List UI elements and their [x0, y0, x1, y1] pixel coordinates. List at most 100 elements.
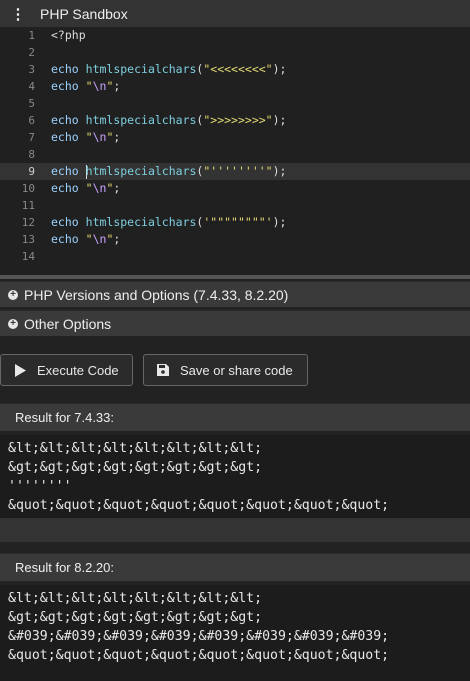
editor-resize-handle[interactable] — [0, 275, 470, 279]
result-title: Result for 8.2.20: — [15, 560, 114, 575]
code-token: ; — [113, 130, 121, 144]
code-token: echo — [51, 79, 79, 93]
execute-code-label: Execute Code — [37, 362, 119, 378]
code-text: echo htmlspecialchars('""""""""'); — [51, 214, 286, 231]
line-number: 7 — [28, 131, 35, 144]
code-text: echo htmlspecialchars(">>>>>>>>"); — [51, 112, 286, 129]
code-line[interactable]: 5 — [0, 95, 470, 112]
code-token: ); — [272, 113, 287, 127]
plus-circle-icon: + — [8, 289, 18, 300]
code-line[interactable]: 6 echo htmlspecialchars(">>>>>>>>"); — [0, 112, 470, 129]
code-line[interactable]: 3 echo htmlspecialchars("<<<<<<<<"); — [0, 61, 470, 78]
code-token: \n — [92, 232, 107, 246]
result-line: &quot;&quot;&quot;&quot;&quot;&quot;&quo… — [8, 648, 390, 663]
code-line[interactable]: 1 <?php — [0, 27, 470, 44]
result-output: &lt;&lt;&lt;&lt;&lt;&lt;&lt;&lt; &gt;&gt… — [0, 585, 470, 681]
menu-dots-icon[interactable]: ⋮ — [0, 0, 36, 27]
code-token: echo — [51, 62, 79, 76]
line-number: 4 — [28, 80, 35, 93]
line-number: 14 — [21, 250, 35, 263]
code-token: echo — [51, 113, 79, 127]
code-token: '""""""""' — [203, 215, 273, 229]
code-token: " — [85, 232, 93, 246]
code-token: "''''''''" — [203, 164, 273, 178]
code-token: ); — [272, 215, 287, 229]
code-editor[interactable]: 1 <?php 2 3 echo htmlspecialchars("<<<<<<<<"… — [0, 27, 470, 275]
php-versions-toggle[interactable]: + PHP Versions and Options (7.4.33, 8.2.… — [0, 281, 470, 307]
code-text: echo htmlspecialchars("<<<<<<<<"); — [51, 61, 286, 78]
code-text: echo "\n"; — [51, 231, 120, 248]
line-number: 12 — [21, 216, 35, 229]
code-token: echo — [51, 130, 79, 144]
plus-circle-icon: + — [8, 318, 18, 329]
save-share-button[interactable]: Save or share code — [143, 354, 308, 386]
floppy-disk-icon — [156, 364, 170, 376]
code-token: htmlspecialchars — [85, 113, 197, 127]
code-token: htmlspecialchars — [85, 62, 197, 76]
code-line[interactable]: 9 echo htmlspecialchars("''''''''"); — [0, 163, 470, 180]
code-line[interactable]: 14 — [0, 248, 470, 265]
code-token: ">>>>>>>>" — [203, 113, 273, 127]
result-line: &quot;&quot;&quot;&quot;&quot;&quot;&quo… — [8, 498, 390, 513]
code-token: echo — [51, 164, 79, 178]
play-icon — [13, 363, 27, 377]
result-header: Result for 7.4.33: — [0, 403, 470, 431]
code-token: ); — [272, 164, 287, 178]
line-number: 9 — [28, 165, 35, 178]
other-options-label: Other Options — [24, 315, 112, 332]
line-number: 13 — [21, 233, 35, 246]
code-line[interactable]: 11 — [0, 197, 470, 214]
line-number: 8 — [28, 148, 35, 161]
code-token: htmlspecialchars — [85, 164, 197, 178]
code-token: ; — [113, 181, 121, 195]
other-options-toggle[interactable]: + Other Options — [0, 310, 470, 336]
code-token: ; — [113, 232, 121, 246]
line-number: 10 — [21, 182, 35, 195]
code-line[interactable]: 2 — [0, 44, 470, 61]
code-line[interactable]: 13 echo "\n"; — [0, 231, 470, 248]
result-footer — [0, 518, 470, 542]
result-line: &gt;&gt;&gt;&gt;&gt;&gt;&gt;&gt; — [8, 460, 263, 475]
code-token: echo — [51, 215, 79, 229]
line-number: 6 — [28, 114, 35, 127]
line-number: 5 — [28, 97, 35, 110]
code-line[interactable]: 4 echo "\n"; — [0, 78, 470, 95]
execute-code-button[interactable]: Execute Code — [0, 354, 133, 386]
code-token: "<<<<<<<<" — [203, 62, 273, 76]
code-text: <?php — [51, 27, 86, 44]
code-text: echo "\n"; — [51, 180, 120, 197]
line-number: 3 — [28, 63, 35, 76]
result-line: &lt;&lt;&lt;&lt;&lt;&lt;&lt;&lt; — [8, 441, 263, 456]
code-text: echo htmlspecialchars("''''''''"); — [51, 163, 286, 180]
code-token: echo — [51, 232, 79, 246]
result-line: &#039;&#039;&#039;&#039;&#039;&#039;&#03… — [8, 629, 390, 644]
code-line[interactable]: 12 echo htmlspecialchars('""""""""'); — [0, 214, 470, 231]
line-number: 1 — [28, 29, 35, 42]
code-token: " — [85, 130, 93, 144]
code-line[interactable]: 10 echo "\n"; — [0, 180, 470, 197]
php-versions-label: PHP Versions and Options (7.4.33, 8.2.20… — [24, 286, 289, 303]
code-token: " — [85, 181, 93, 195]
result-title: Result for 7.4.33: — [15, 410, 114, 425]
code-text: echo "\n"; — [51, 129, 120, 146]
line-number: 2 — [28, 46, 35, 59]
code-token: <?php — [51, 28, 86, 42]
code-line[interactable]: 7 echo "\n"; — [0, 129, 470, 146]
line-number: 11 — [21, 199, 35, 212]
result-header: Result for 8.2.20: — [0, 553, 470, 581]
code-token: ; — [113, 79, 121, 93]
code-token: \n — [92, 181, 107, 195]
code-line[interactable]: 8 — [0, 146, 470, 163]
result-line: &gt;&gt;&gt;&gt;&gt;&gt;&gt;&gt; — [8, 610, 263, 625]
code-text: echo "\n"; — [51, 78, 120, 95]
code-token: echo — [51, 181, 79, 195]
code-token: " — [85, 79, 93, 93]
